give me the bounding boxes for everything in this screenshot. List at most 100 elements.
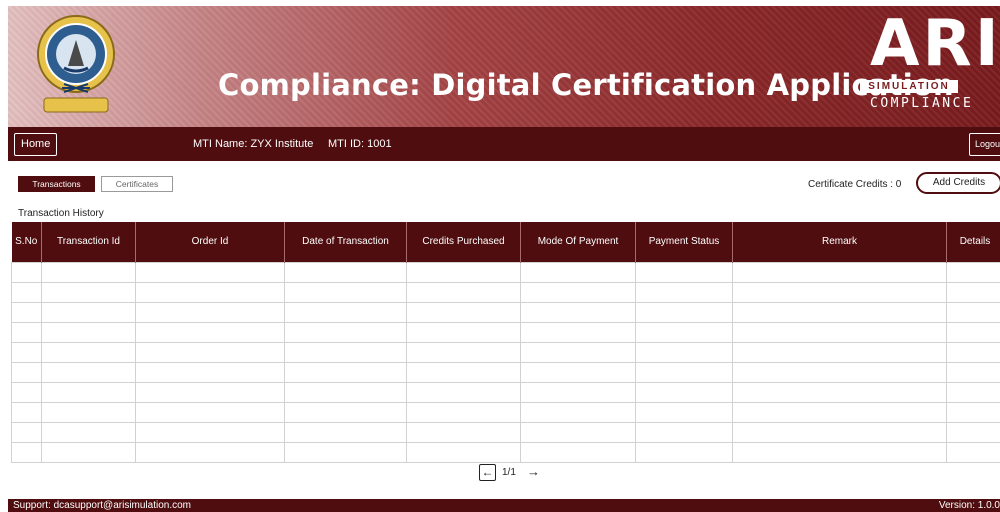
footer-bar: Support: dcasupport@arisimulation.com Ve… [8, 499, 1000, 512]
table-cell [406, 261, 521, 283]
home-button[interactable]: Home [14, 133, 58, 156]
table-cell [135, 401, 285, 423]
table-cell [520, 401, 636, 423]
table-row [11, 441, 1000, 463]
ari-brand-logo: ARI SIMULATION COMPLIANCE [860, 12, 999, 118]
table-cell [946, 441, 1000, 463]
table-cell [635, 381, 733, 403]
table-cell [11, 401, 42, 423]
table-row [11, 261, 1000, 283]
table-cell [406, 301, 521, 323]
table-cell [732, 421, 947, 443]
table-cell [635, 301, 733, 323]
table-cell [284, 421, 407, 443]
table-cell [284, 341, 407, 363]
table-cell [732, 321, 947, 343]
table-cell [284, 321, 407, 343]
table-cell [406, 281, 521, 303]
table-cell [635, 361, 733, 383]
version-label: Version: 1.0.0 [938, 500, 1000, 511]
table-cell [520, 421, 636, 443]
table-cell [946, 261, 1000, 283]
table-cell [732, 281, 947, 303]
col-details: Details [946, 222, 1000, 262]
col-date: Date of Transaction [284, 222, 407, 262]
table-cell [635, 321, 733, 343]
table-cell [11, 421, 42, 443]
header-banner: Compliance: Digital Certification Applic… [8, 6, 1000, 127]
table-cell [11, 281, 42, 303]
support-email: Support: dcasupport@arisimulation.com [13, 500, 192, 511]
table-row [11, 381, 1000, 403]
table-cell [635, 261, 733, 283]
table-cell [946, 301, 1000, 323]
section-title: Transaction History [18, 208, 104, 219]
col-credits: Credits Purchased [406, 222, 521, 262]
table-cell [11, 301, 42, 323]
col-sno: S.No [11, 222, 42, 262]
table-cell [520, 301, 636, 323]
col-remark: Remark [732, 222, 947, 262]
table-row [11, 321, 1000, 343]
emblem-logo [37, 15, 115, 113]
table-cell [946, 401, 1000, 423]
table-cell [635, 441, 733, 463]
table-cell [406, 321, 521, 343]
table-cell [732, 261, 947, 283]
table-cell [41, 361, 136, 383]
table-cell [11, 341, 42, 363]
arrow-right-icon[interactable]: → [527, 464, 540, 480]
table-cell [520, 381, 636, 403]
table-cell [520, 341, 636, 363]
brand-compliance: COMPLIANCE [870, 96, 974, 111]
brand-simulation: SIMULATION [860, 80, 958, 93]
col-payment-mode: Mode Of Payment [520, 222, 636, 262]
table-cell [732, 361, 947, 383]
table-cell [135, 381, 285, 403]
table-cell [635, 421, 733, 443]
table-header-row: S.No Transaction Id Order Id Date of Tra… [11, 222, 1000, 262]
app-title: Compliance: Digital Certification Applic… [218, 68, 954, 102]
logout-button[interactable]: Logout [969, 133, 1000, 156]
page-indicator: 1/1 [502, 467, 516, 478]
table-cell [406, 421, 521, 443]
table-cell [732, 341, 947, 363]
table-cell [406, 381, 521, 403]
table-cell [946, 361, 1000, 383]
table-cell [520, 441, 636, 463]
table-cell [284, 361, 407, 383]
brand-mark: ARI [870, 7, 1000, 81]
table-cell [406, 441, 521, 463]
table-cell [41, 301, 136, 323]
table-row [11, 281, 1000, 303]
tab-transactions[interactable]: Transactions [18, 176, 95, 192]
table-cell [41, 261, 136, 283]
table-cell [284, 281, 407, 303]
table-row [11, 421, 1000, 443]
add-credits-button[interactable]: Add Credits [916, 172, 1000, 194]
table-cell [11, 381, 42, 403]
table-cell [520, 261, 636, 283]
table-cell [11, 321, 42, 343]
table-cell [284, 441, 407, 463]
table-cell [41, 321, 136, 343]
table-cell [520, 361, 636, 383]
mti-name: MTI Name: ZYX Institute [193, 138, 314, 150]
table-cell [635, 281, 733, 303]
table-cell [946, 321, 1000, 343]
table-cell [11, 441, 42, 463]
tab-certificates[interactable]: Certificates [101, 176, 173, 192]
table-cell [135, 441, 285, 463]
table-cell [41, 421, 136, 443]
table-row [11, 361, 1000, 383]
arrow-left-icon[interactable]: ← [479, 464, 496, 481]
table-cell [135, 261, 285, 283]
table-cell [284, 401, 407, 423]
table-cell [41, 341, 136, 363]
transactions-table: S.No Transaction Id Order Id Date of Tra… [11, 222, 1000, 464]
table-cell [135, 421, 285, 443]
table-cell [284, 381, 407, 403]
table-cell [284, 261, 407, 283]
table-cell [406, 361, 521, 383]
table-cell [41, 281, 136, 303]
